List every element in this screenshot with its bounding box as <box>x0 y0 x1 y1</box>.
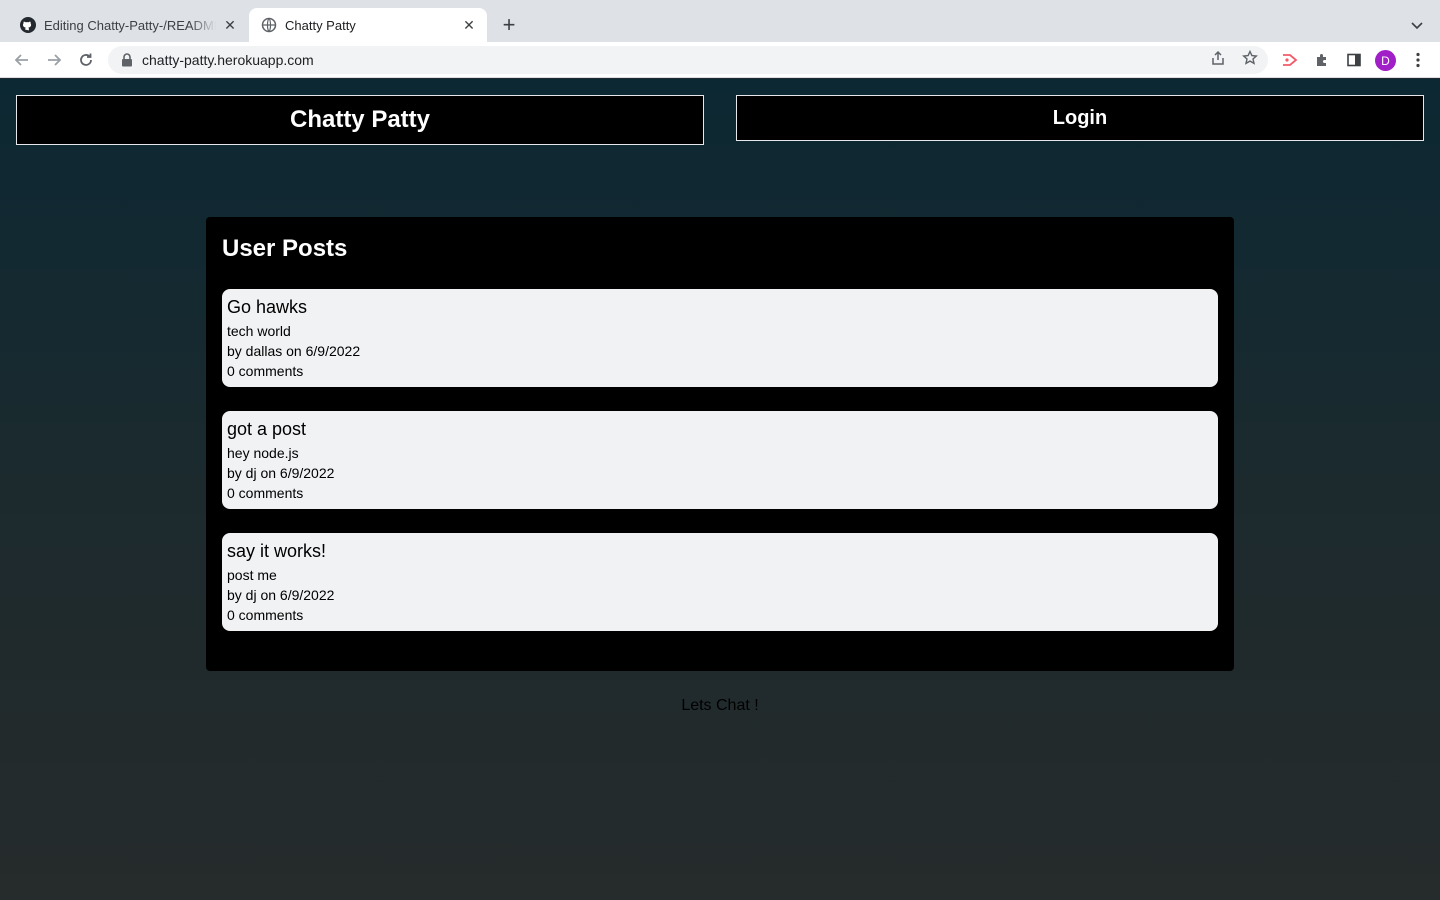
post-card[interactable]: Go hawks tech world by dallas on 6/9/202… <box>222 289 1218 387</box>
browser-tab-chatty-patty[interactable]: Chatty Patty ✕ <box>249 8 487 42</box>
browser-tab-github[interactable]: Editing Chatty-Patty-/README.md ✕ <box>8 8 248 42</box>
user-posts-panel: User Posts Go hawks tech world by dallas… <box>206 217 1234 671</box>
share-icon[interactable] <box>1208 48 1228 68</box>
posts-heading: User Posts <box>222 235 348 262</box>
post-byline: by dallas on 6/9/2022 <box>227 343 361 359</box>
back-arrow-icon[interactable] <box>10 48 34 72</box>
post-body: hey node.js <box>227 445 299 461</box>
post-comment-count: 0 comments <box>227 363 304 379</box>
github-icon <box>20 17 36 33</box>
close-icon[interactable]: ✕ <box>461 17 477 33</box>
site-title[interactable]: Chatty Patty <box>290 106 430 134</box>
login-nav[interactable]: Login <box>736 95 1424 141</box>
bookmark-star-icon[interactable] <box>1240 48 1260 68</box>
browser-tab-strip: Editing Chatty-Patty-/README.md ✕ Chatty… <box>0 0 1440 42</box>
post-body: post me <box>227 567 277 583</box>
extension-cast-icon[interactable] <box>1280 50 1300 70</box>
extensions-puzzle-icon[interactable] <box>1312 50 1332 70</box>
post-byline: by dj on 6/9/2022 <box>227 465 335 481</box>
page-content: Chatty Patty Login User Posts Go hawks t… <box>0 79 1440 900</box>
post-title[interactable]: got a post <box>227 418 1213 440</box>
side-panel-icon[interactable] <box>1344 50 1364 70</box>
tab-title: Chatty Patty <box>285 17 356 33</box>
address-bar[interactable]: chatty-patty.herokuapp.com <box>108 46 1268 74</box>
chevron-down-icon[interactable] <box>1406 14 1428 36</box>
post-title[interactable]: Go hawks <box>227 296 1213 318</box>
url-text: chatty-patty.herokuapp.com <box>142 52 314 68</box>
reload-icon[interactable] <box>74 48 98 72</box>
post-byline: by dj on 6/9/2022 <box>227 587 335 603</box>
browser-toolbar: chatty-patty.herokuapp.com D <box>0 42 1440 78</box>
new-tab-plus-icon[interactable]: + <box>496 12 522 38</box>
post-card[interactable]: say it works! post me by dj on 6/9/2022 … <box>222 533 1218 631</box>
post-title[interactable]: say it works! <box>227 540 1213 562</box>
forward-arrow-icon[interactable] <box>42 48 66 72</box>
site-header[interactable]: Chatty Patty <box>16 95 704 145</box>
post-card[interactable]: got a post hey node.js by dj on 6/9/2022… <box>222 411 1218 509</box>
close-icon[interactable]: ✕ <box>222 17 238 33</box>
post-comment-count: 0 comments <box>227 485 304 501</box>
kebab-menu-icon[interactable] <box>1408 50 1428 70</box>
globe-icon <box>261 17 277 33</box>
tab-title: Editing Chatty-Patty-/README.md <box>44 17 216 33</box>
post-comment-count: 0 comments <box>227 607 304 623</box>
post-body: tech world <box>227 323 291 339</box>
footer-text: Lets Chat ! <box>681 697 759 714</box>
lock-icon[interactable] <box>120 53 134 67</box>
profile-avatar[interactable]: D <box>1375 50 1396 71</box>
login-link[interactable]: Login <box>1053 107 1107 130</box>
